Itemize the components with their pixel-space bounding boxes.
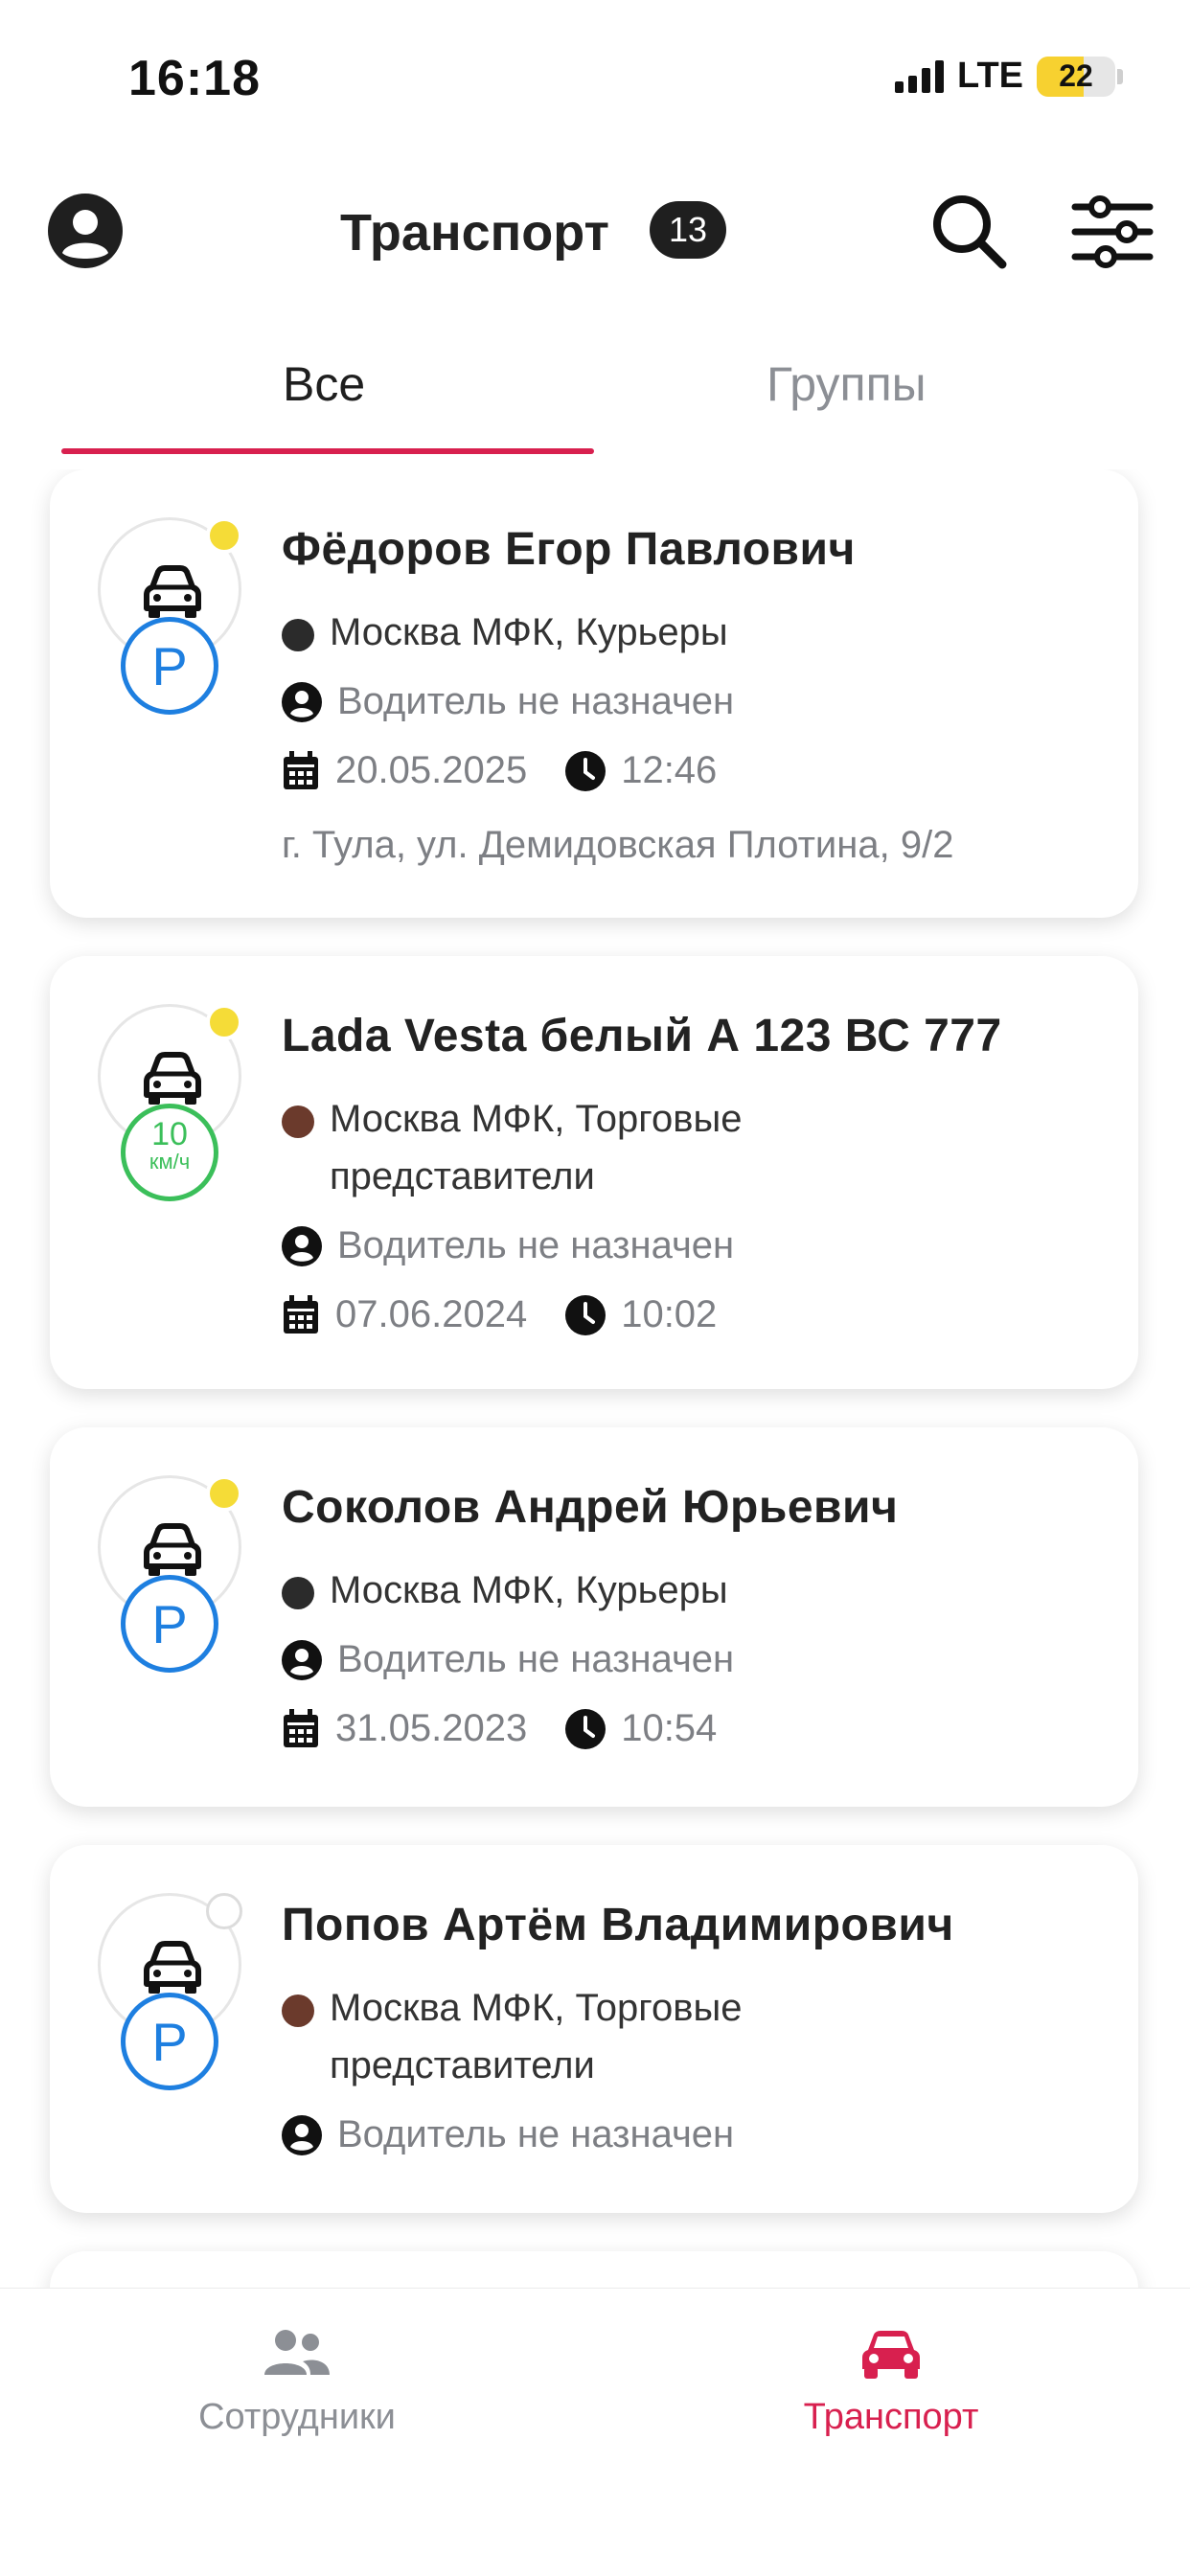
driver-status: Водитель не назначен — [337, 680, 735, 722]
parking-badge: P — [121, 1993, 218, 2090]
group-name-line1: Москва МФК, Торговые — [330, 1987, 743, 2029]
driver-icon — [282, 1226, 322, 1266]
status-indicators: LTE 22 — [895, 56, 1123, 97]
battery-icon: 22 — [1037, 56, 1123, 97]
profile-icon[interactable] — [48, 194, 123, 268]
status-bar: 16:18 LTE 22 — [0, 0, 1190, 153]
speed-badge: 10 км/ч — [121, 1104, 218, 1201]
nav-transport-label: Транспорт — [803, 2397, 979, 2437]
driver-status: Водитель не назначен — [337, 2113, 735, 2155]
group-color-dot — [282, 1995, 314, 2027]
vehicle-title: Попов Артём Владимирович — [282, 1900, 954, 1950]
parking-badge: P — [121, 617, 218, 715]
parking-badge: P — [121, 1575, 218, 1673]
last-date: 20.05.2025 — [335, 749, 528, 791]
driver-row: Водитель не назначен — [282, 680, 734, 730]
group-name: Москва МФК, Торговые представители — [330, 1979, 743, 2094]
driver-icon — [282, 2115, 322, 2155]
speed-value: 10 — [151, 1116, 188, 1152]
calendar-icon — [284, 751, 318, 789]
status-indicator — [206, 1475, 242, 1512]
group-color-dot — [282, 1577, 314, 1609]
group-row: Москва МФК, Курьеры — [282, 1569, 728, 1619]
vehicle-title: Lada Vesta белый А 123 ВС 777 — [282, 1011, 1002, 1061]
count-badge: 13 — [650, 201, 726, 259]
datetime-row: 31.05.2023 10:54 — [282, 1707, 717, 1757]
last-time: 10:02 — [621, 1293, 718, 1335]
vehicle-card[interactable]: P Соколов Андрей Юрьевич Москва МФК, Кур… — [50, 1427, 1138, 1807]
vehicle-card[interactable]: P Попов Артём Владимирович Москва МФК, Т… — [50, 1845, 1138, 2213]
vehicle-card[interactable]: P Фёдоров Егор Павлович Москва МФК, Курь… — [50, 469, 1138, 918]
group-name: Москва МФК, Курьеры — [330, 611, 728, 653]
last-date: 07.06.2024 — [335, 1293, 528, 1335]
car-icon — [144, 565, 201, 618]
page-title: Транспорт — [340, 204, 609, 262]
tab-groups[interactable]: Группы — [767, 356, 927, 412]
car-icon — [144, 1941, 201, 1994]
group-color-dot — [282, 1106, 314, 1138]
status-indicator — [206, 1004, 242, 1040]
driver-row: Водитель не назначен — [282, 1638, 734, 1688]
bottom-nav: Сотрудники Транспорт — [0, 2288, 1190, 2576]
tab-all[interactable]: Все — [283, 356, 365, 412]
group-row: Москва МФК, Торговые представители — [282, 1098, 743, 1205]
car-icon — [144, 1523, 201, 1576]
car-icon — [862, 2331, 920, 2379]
clock-icon — [565, 1295, 606, 1335]
app-header: Транспорт 13 — [0, 172, 1190, 287]
network-type: LTE — [957, 56, 1023, 96]
car-icon — [144, 1052, 201, 1105]
clock-icon — [565, 751, 606, 791]
driver-row: Водитель не назначен — [282, 2113, 734, 2163]
last-time: 10:54 — [621, 1707, 718, 1749]
driver-status: Водитель не назначен — [337, 1638, 735, 1680]
vehicle-address: г. Тула, ул. Демидовская Плотина, 9/2 — [282, 824, 954, 866]
driver-icon — [282, 682, 322, 722]
group-color-dot — [282, 619, 314, 651]
vehicle-title: Соколов Андрей Юрьевич — [282, 1482, 899, 1533]
calendar-icon — [284, 1295, 318, 1334]
group-name-line2: представители — [330, 2044, 595, 2086]
last-time: 12:46 — [621, 749, 718, 791]
group-name-line1: Москва МФК, Торговые — [330, 1098, 743, 1140]
people-icon — [264, 2330, 330, 2375]
driver-row: Водитель не назначен — [282, 1224, 734, 1274]
tab-indicator — [61, 448, 594, 454]
datetime-row: 07.06.2024 10:02 — [282, 1293, 717, 1343]
filter-icon[interactable] — [1071, 194, 1154, 270]
nav-transport[interactable]: Транспорт — [699, 2327, 1083, 2438]
status-indicator — [206, 517, 242, 554]
last-date: 31.05.2023 — [335, 1707, 528, 1749]
driver-icon — [282, 1640, 322, 1680]
group-name-line2: представители — [330, 1155, 595, 1197]
status-time: 16:18 — [128, 51, 261, 106]
vehicle-card[interactable]: 10 км/ч Lada Vesta белый А 123 ВС 777 Мо… — [50, 956, 1138, 1389]
group-row: Москва МФК, Курьеры — [282, 611, 728, 661]
signal-icon — [895, 59, 945, 93]
vehicle-list[interactable]: P Фёдоров Егор Павлович Москва МФК, Курь… — [0, 469, 1190, 2288]
battery-level: 22 — [1059, 58, 1093, 93]
group-row: Москва МФК, Торговые представители — [282, 1987, 743, 2094]
driver-status: Водитель не назначен — [337, 1224, 735, 1266]
nav-employees-label: Сотрудники — [198, 2397, 396, 2437]
group-name: Москва МФК, Торговые представители — [330, 1090, 743, 1205]
datetime-row: 20.05.2025 12:46 — [282, 749, 717, 799]
search-icon[interactable] — [927, 190, 1010, 272]
nav-employees[interactable]: Сотрудники — [105, 2327, 489, 2438]
vehicle-title: Фёдоров Егор Павлович — [282, 524, 856, 575]
group-name: Москва МФК, Курьеры — [330, 1569, 728, 1611]
speed-unit: км/ч — [149, 1150, 191, 1174]
clock-icon — [565, 1709, 606, 1749]
vehicle-card[interactable] — [50, 2251, 1138, 2288]
calendar-icon — [284, 1709, 318, 1747]
status-indicator — [206, 1893, 242, 1929]
tab-bar: Все Группы — [0, 345, 1190, 460]
